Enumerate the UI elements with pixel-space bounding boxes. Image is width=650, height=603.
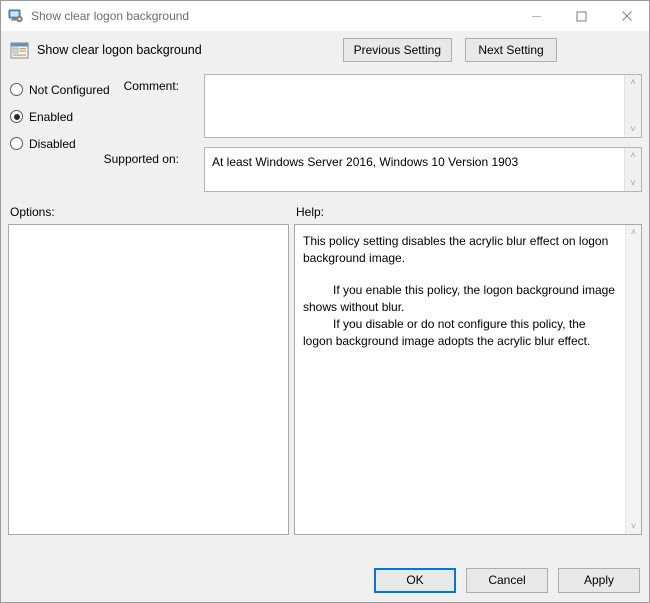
comment-field[interactable]: ˄ ˅: [204, 74, 642, 138]
policy-setting-dialog: Show clear logon background S: [0, 0, 650, 603]
comment-value[interactable]: [205, 75, 624, 137]
help-scrollbar[interactable]: ˄ ˅: [625, 225, 641, 534]
apply-button[interactable]: Apply: [558, 568, 640, 593]
previous-setting-button[interactable]: Previous Setting: [343, 38, 452, 62]
radio-not-configured-indicator[interactable]: [10, 83, 23, 96]
supported-on-scrollbar[interactable]: ˄ ˅: [624, 148, 641, 191]
radio-enabled[interactable]: Enabled: [10, 103, 120, 130]
cancel-button[interactable]: Cancel: [466, 568, 548, 593]
radio-disabled-label: Disabled: [29, 137, 76, 151]
dialog-header: Show clear logon background Previous Set…: [1, 31, 649, 69]
help-paragraph-1: This policy setting disables the acrylic…: [303, 233, 616, 267]
help-label: Help:: [296, 205, 324, 219]
chevron-down-icon[interactable]: ˅: [631, 522, 636, 531]
radio-disabled-indicator[interactable]: [10, 137, 23, 150]
minimize-button[interactable]: [514, 1, 559, 31]
close-button[interactable]: [604, 1, 649, 31]
supported-on-value: At least Windows Server 2016, Windows 10…: [205, 148, 624, 191]
supported-on-label: Supported on:: [86, 152, 179, 166]
panels-area: This policy setting disables the acrylic…: [1, 224, 649, 559]
chevron-up-icon[interactable]: ˄: [625, 77, 641, 88]
radio-enabled-indicator[interactable]: [10, 110, 23, 123]
next-setting-button[interactable]: Next Setting: [465, 38, 557, 62]
options-panel-content: [9, 225, 288, 534]
comment-label: Comment:: [101, 79, 179, 93]
setting-navigation: Previous Setting Next Setting: [343, 38, 649, 62]
help-text: This policy setting disables the acrylic…: [295, 225, 625, 534]
window-controls: [514, 1, 649, 31]
policy-setting-icon: [10, 41, 29, 60]
chevron-down-icon[interactable]: ˅: [625, 124, 641, 135]
chevron-up-icon[interactable]: ˄: [631, 228, 636, 237]
options-panel[interactable]: [8, 224, 289, 535]
page-title: Show clear logon background: [37, 43, 202, 57]
window-title: Show clear logon background: [31, 9, 189, 23]
radio-enabled-label: Enabled: [29, 110, 73, 124]
help-paragraph-2-wrapper: If you enable this policy, the logon bac…: [303, 282, 616, 316]
dialog-footer: OK Cancel Apply: [1, 559, 649, 602]
panel-labels: Options: Help:: [1, 202, 649, 224]
ok-button[interactable]: OK: [374, 568, 456, 593]
radio-not-configured-label: Not Configured: [29, 83, 110, 97]
title-bar: Show clear logon background: [1, 1, 649, 31]
comment-scrollbar[interactable]: ˄ ˅: [624, 75, 641, 137]
options-label: Options:: [10, 205, 55, 219]
help-paragraph-3: If you disable or do not configure this …: [303, 317, 590, 348]
help-paragraph-2: If you enable this policy, the logon bac…: [303, 283, 615, 314]
chevron-up-icon[interactable]: ˄: [625, 150, 641, 161]
monitor-policy-icon: [8, 8, 24, 24]
supported-on-field: At least Windows Server 2016, Windows 10…: [204, 147, 642, 192]
help-paragraph-3-wrapper: If you disable or do not configure this …: [303, 316, 616, 350]
settings-upper-area: Not Configured Enabled Disabled Comment:…: [1, 69, 649, 202]
chevron-down-icon[interactable]: ˅: [625, 178, 641, 189]
help-panel: This policy setting disables the acrylic…: [294, 224, 642, 535]
maximize-button[interactable]: [559, 1, 604, 31]
